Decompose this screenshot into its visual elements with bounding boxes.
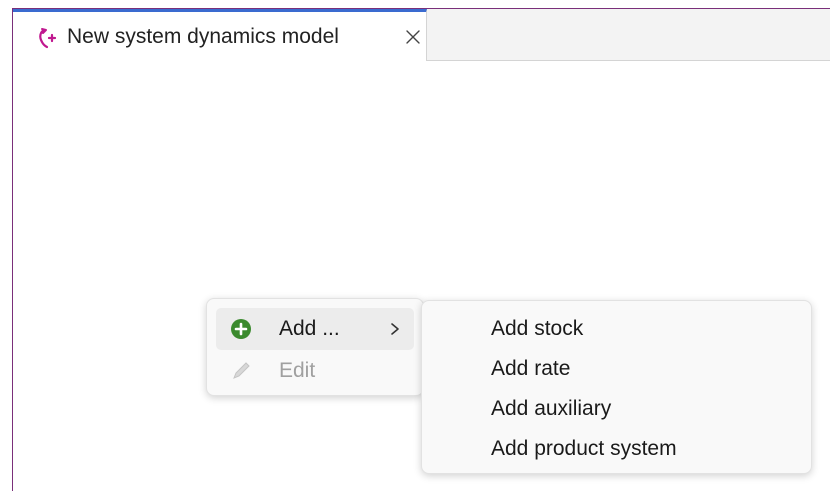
- add-submenu: Add stock Add rate Add auxiliary Add pro…: [421, 300, 812, 474]
- submenu-item-label: Add product system: [491, 437, 677, 460]
- submenu-item-label: Add rate: [491, 357, 571, 380]
- tab-system-dynamics-model[interactable]: New system dynamics model: [13, 9, 427, 61]
- app-frame: New system dynamics model Add ... Edit A…: [0, 0, 830, 491]
- menu-item-add[interactable]: Add ...: [216, 308, 414, 350]
- chevron-right-icon: [388, 322, 402, 336]
- menu-item-edit[interactable]: Edit: [216, 350, 414, 392]
- tab-title: New system dynamics model: [67, 25, 339, 48]
- add-circle-icon: [230, 318, 252, 340]
- submenu-item-add-rate[interactable]: Add rate: [431, 349, 803, 389]
- menu-item-add-label: Add ...: [279, 317, 340, 340]
- close-icon[interactable]: [403, 27, 423, 47]
- submenu-item-add-auxiliary[interactable]: Add auxiliary: [431, 389, 803, 429]
- context-menu: Add ... Edit: [206, 298, 424, 396]
- submenu-item-add-stock[interactable]: Add stock: [431, 309, 803, 349]
- system-dynamics-model-icon: [35, 26, 59, 50]
- submenu-item-label: Add auxiliary: [491, 397, 612, 420]
- submenu-item-label: Add stock: [491, 317, 584, 340]
- submenu-item-add-product-system[interactable]: Add product system: [431, 429, 803, 469]
- pencil-icon: [230, 360, 252, 382]
- editor-tab-bar: New system dynamics model: [13, 9, 830, 61]
- menu-item-edit-label: Edit: [279, 359, 316, 382]
